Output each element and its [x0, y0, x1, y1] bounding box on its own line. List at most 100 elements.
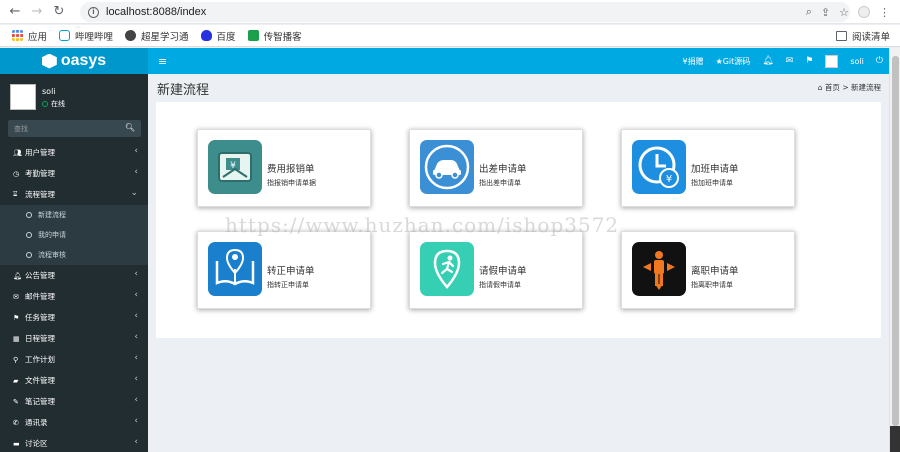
sidebar-item-contacts[interactable]: ✆ 通讯录 ‹	[0, 412, 148, 433]
bilibili-icon	[59, 30, 71, 41]
subitem-label: 流程审核	[38, 251, 66, 259]
git-source-link[interactable]: ★Git源码	[716, 56, 751, 67]
sidebar-item-attendance[interactable]: ◷ 考勤管理 ‹	[0, 163, 148, 184]
chevron-left-icon: ‹	[134, 332, 138, 342]
card-overtime[interactable]: ¥ 加班申请单 指加班申请单	[621, 129, 795, 207]
card-leave[interactable]: 请假申请单 指请假申请单	[409, 231, 583, 309]
sidebar-item-label: 邮件管理	[25, 292, 55, 301]
menu-toggle-icon[interactable]: ≡	[158, 55, 167, 68]
card-subtitle: 指离职申请单	[691, 281, 733, 289]
sidebar-item-tasks[interactable]: ⚑ 任务管理 ‹	[0, 307, 148, 328]
users-icon: 👥︎	[13, 148, 22, 157]
bookmark-itcast[interactable]: 传智播客	[247, 29, 302, 43]
hourglass-icon: ⌛︎	[13, 190, 18, 198]
card-business-trip[interactable]: 出差申请单 指出差申请单	[409, 129, 583, 207]
sidebar-item-label: 考勤管理	[25, 169, 55, 178]
app-logo[interactable]: oasys	[0, 48, 148, 74]
page-scrollbar[interactable]	[889, 48, 900, 452]
process-submenu: 新建流程 我的申请 流程审核	[0, 205, 148, 265]
clock-icon: ◷	[13, 169, 20, 178]
sidebar-menu: 👥︎ 用户管理 ‹ ◷ 考勤管理 ‹ ⌛︎ 流程管理 ⌄ 新建流程 我的申请 流程审核 🔔︎…	[0, 142, 148, 452]
card-subtitle: 指请假申请单	[479, 281, 521, 289]
card-title: 费用报销单	[267, 164, 315, 175]
scroll-thumb[interactable]	[892, 56, 899, 426]
page-title: 新建流程	[157, 83, 210, 98]
share-icon[interactable]: ⇪	[821, 6, 830, 19]
forward-arrow-icon[interactable]: →	[26, 1, 48, 23]
url-text[interactable]: localhost:8088/index	[106, 6, 206, 18]
reading-list-label: 阅读清单	[851, 32, 890, 43]
reading-list[interactable]: 阅读清单	[835, 25, 890, 47]
bell-icon[interactable]: 🔔︎	[762, 56, 773, 66]
sidebar-item-files[interactable]: ▰ 文件管理 ‹	[0, 370, 148, 391]
sidebar-item-notice[interactable]: 🔔︎ 公告管理 ‹	[0, 265, 148, 286]
online-dot-icon	[42, 101, 48, 107]
card-regularization[interactable]: 转正申请单 指转正申请单	[197, 231, 371, 309]
subitem-label: 新建流程	[38, 211, 66, 219]
search-placeholder: 查找	[14, 124, 28, 133]
bookmark-label: 传智播客	[263, 31, 302, 43]
bookmark-label: 应用	[28, 31, 48, 43]
envelope-icon: ✉	[13, 292, 19, 301]
chevron-down-icon: ⌄	[130, 188, 138, 198]
back-arrow-icon[interactable]: ←	[4, 1, 26, 23]
browser-menu-icon[interactable]: ⋮	[879, 6, 890, 19]
envelope-icon[interactable]: ✉	[786, 56, 794, 66]
edit-icon: ✎	[13, 397, 19, 406]
bell-icon: 🔔︎	[13, 271, 22, 280]
zoom-icon[interactable]: ⌕	[806, 5, 812, 19]
reload-icon[interactable]: ↻	[48, 1, 70, 23]
watermark-text: https://www.huzhan.com/ishop3572	[225, 213, 620, 237]
sidebar-search-input[interactable]: 查找 🔍︎	[8, 120, 141, 137]
header-username[interactable]: soli	[850, 57, 864, 66]
breadcrumb-home[interactable]: 首页	[825, 83, 840, 92]
card-subtitle: 指转正申请单	[267, 281, 309, 289]
sidebar-item-workplan[interactable]: ⚲ 工作计划 ‹	[0, 349, 148, 370]
status-text: 在线	[51, 100, 65, 108]
chevron-left-icon: ‹	[134, 437, 138, 447]
comment-icon: ▬	[13, 439, 20, 448]
header-avatar[interactable]	[825, 54, 839, 68]
home-icon[interactable]: ⌂	[818, 83, 823, 92]
bookmark-chaoxing[interactable]: 超星学习通	[125, 29, 189, 43]
sidebar-item-process[interactable]: ⌛︎ 流程管理 ⌄	[0, 184, 148, 205]
sidebar-item-notes[interactable]: ✎ 笔记管理 ‹	[0, 391, 148, 412]
bookmark-bilibili[interactable]: 哔哩哔哩	[59, 29, 113, 43]
sidebar-item-label: 公告管理	[25, 271, 55, 280]
sidebar-subitem-new-process[interactable]: 新建流程	[0, 205, 148, 225]
card-expense-reimbursement[interactable]: ¥ 费用报销单 指报销申请单据	[197, 129, 371, 207]
sidebar-subitem-my-requests[interactable]: 我的申请	[0, 225, 148, 245]
browser-toolbar: ← → ↻ i localhost:8088/index ⌕ ⇪ ☆ ⋮	[0, 0, 900, 24]
plan-icon: ⚲	[13, 355, 19, 364]
chevron-left-icon: ‹	[134, 311, 138, 321]
sidebar-item-mail[interactable]: ✉ 邮件管理 ‹	[0, 286, 148, 307]
sidebar-item-users[interactable]: 👥︎ 用户管理 ‹	[0, 142, 148, 163]
sidebar-item-forum[interactable]: ▬ 讨论区 ‹	[0, 433, 148, 452]
online-status: 在线	[42, 99, 65, 109]
sidebar-item-schedule[interactable]: ▦ 日程管理 ‹	[0, 328, 148, 349]
card-title: 转正申请单	[267, 266, 315, 277]
power-icon[interactable]: ⏻	[876, 56, 883, 66]
site-info-icon[interactable]: i	[88, 6, 99, 18]
sidebar-item-label: 流程管理	[25, 190, 55, 199]
bookmark-star-icon[interactable]: ☆	[839, 6, 849, 19]
bookmarks-bar: 应用 哔哩哔哩 超星学习通 百度 传智播客 阅读清单	[0, 25, 900, 47]
logo-text: oasys	[60, 52, 107, 69]
chevron-left-icon: ‹	[134, 374, 138, 384]
address-bar[interactable]: i localhost:8088/index	[80, 2, 850, 22]
card-subtitle: 指报销申请单据	[267, 179, 316, 187]
sidebar-item-label: 文件管理	[25, 376, 55, 385]
bookmark-label: 超星学习通	[141, 31, 189, 43]
bookmark-baidu[interactable]: 百度	[200, 29, 236, 43]
card-resignation[interactable]: 离职申请单 指离职申请单	[621, 231, 795, 309]
card-title: 离职申请单	[691, 266, 739, 277]
bookmark-apps[interactable]: 应用	[12, 29, 47, 43]
flag-icon[interactable]: ⚑	[805, 56, 813, 66]
clock-yen-icon: ¥	[632, 140, 686, 194]
profile-avatar-icon[interactable]	[858, 6, 870, 18]
sidebar-subitem-process-review[interactable]: 流程审核	[0, 245, 148, 265]
avatar	[10, 84, 36, 110]
donate-link[interactable]: ¥捐赠	[682, 56, 703, 67]
search-icon[interactable]: 🔍︎	[125, 123, 135, 132]
sidebar-item-label: 用户管理	[25, 148, 55, 157]
